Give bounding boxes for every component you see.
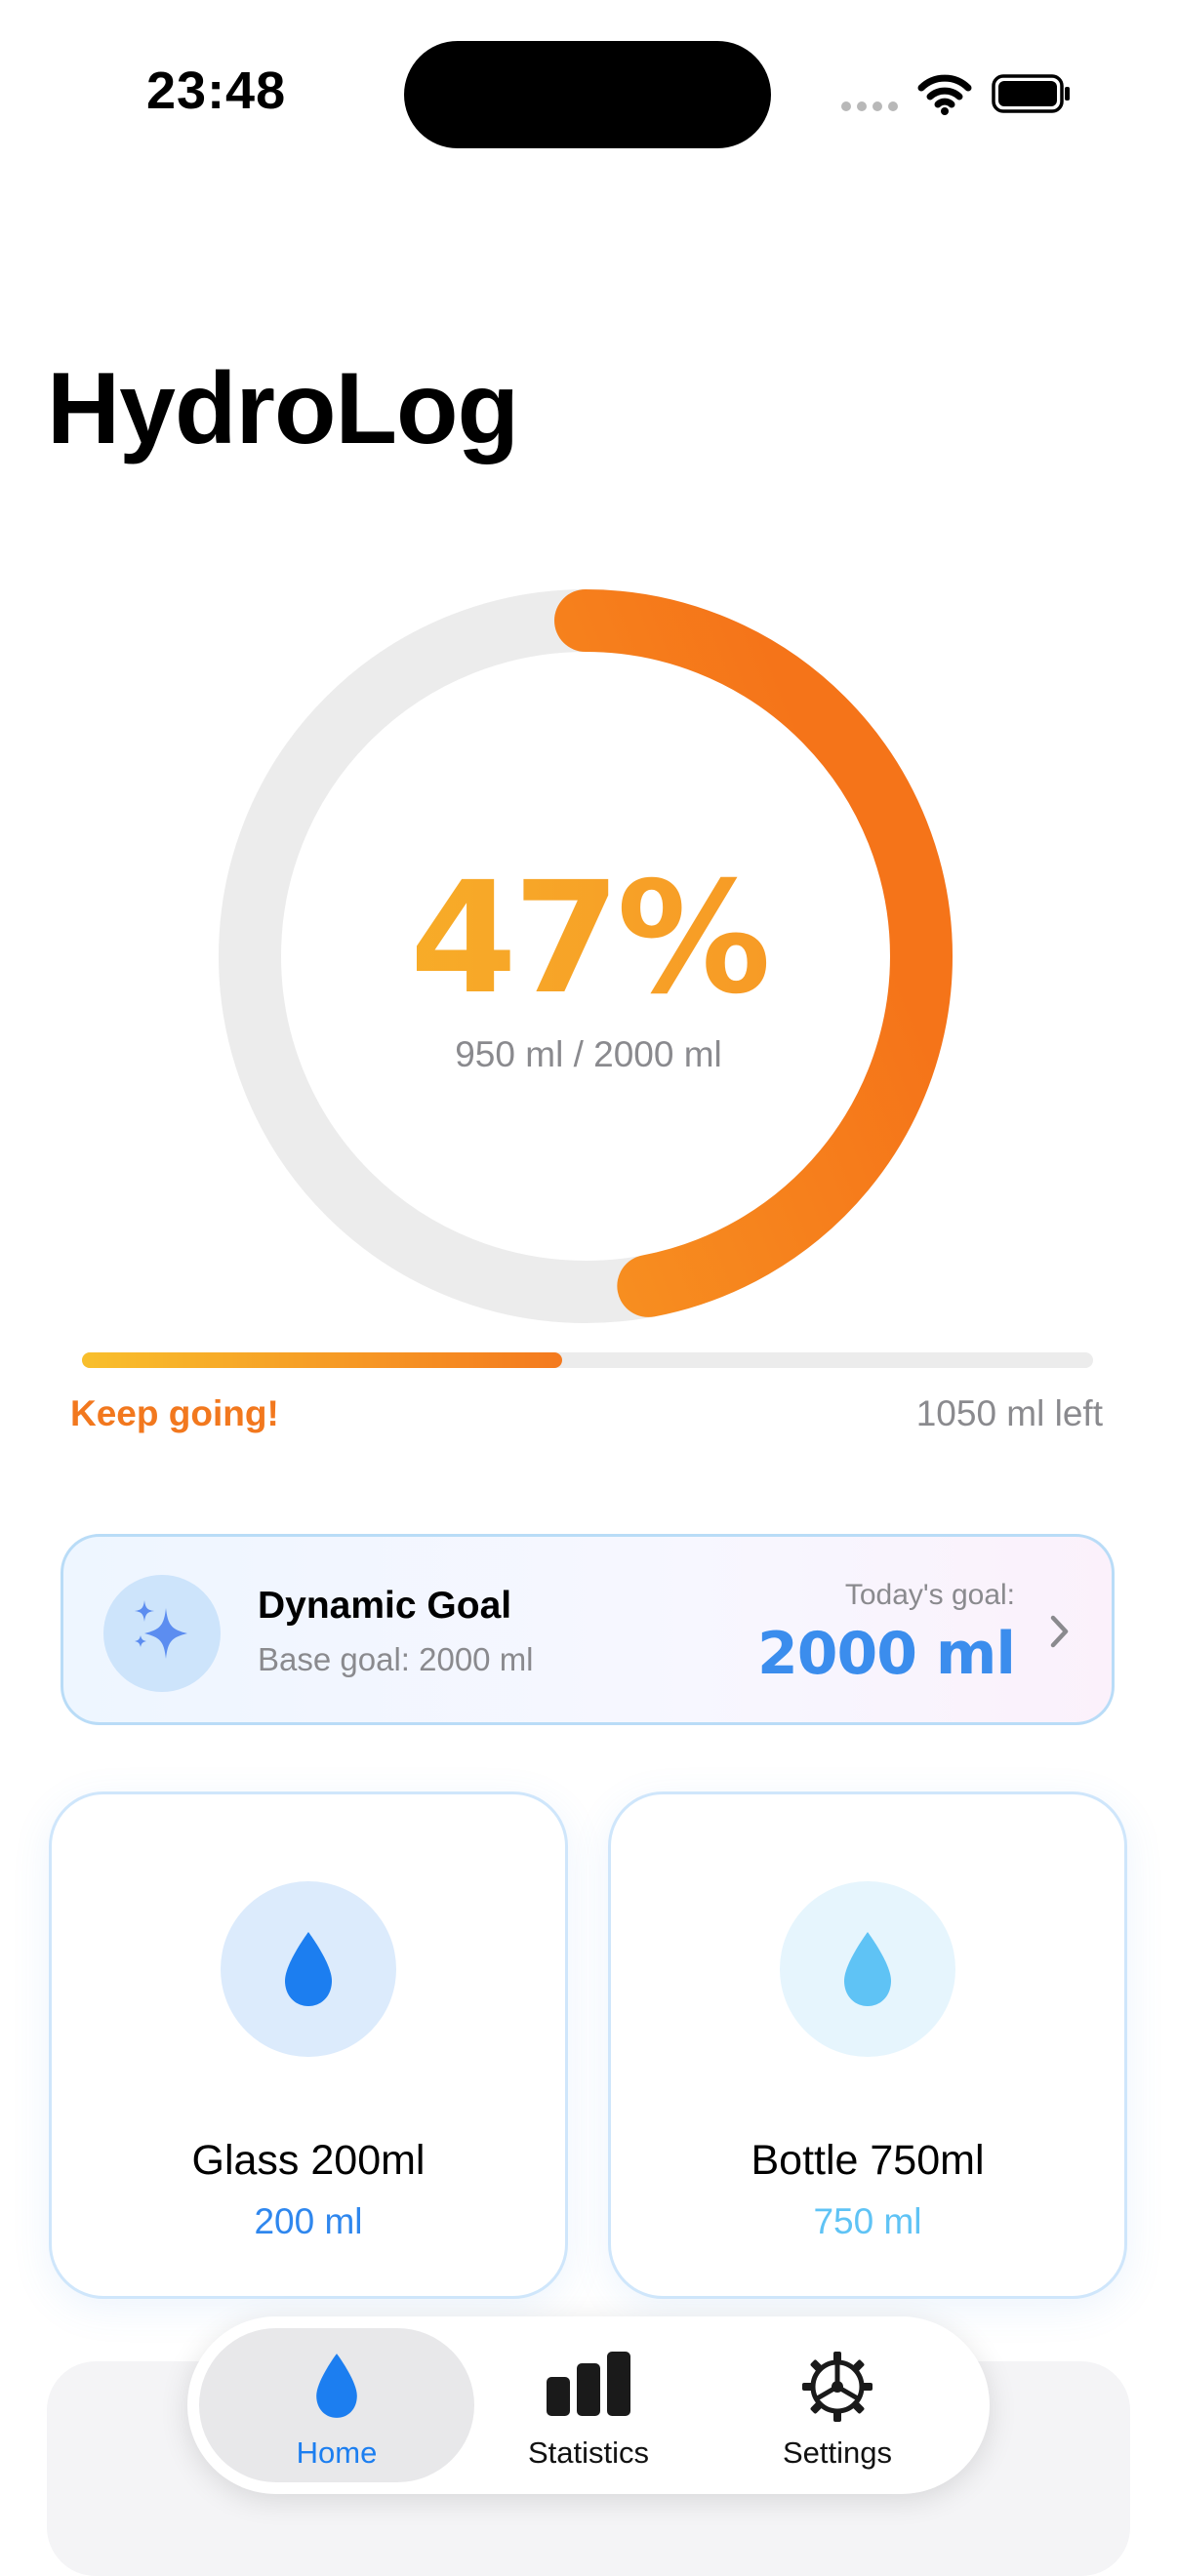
tab-label: Statistics	[527, 2435, 650, 2470]
status-time: 23:48	[146, 61, 287, 120]
drink-amount: 750 ml	[813, 2201, 922, 2241]
progress-amount: 950 ml / 2000 ml	[455, 1034, 722, 1074]
water-drop-icon	[279, 1928, 338, 2015]
tab-settings[interactable]: Settings	[715, 2328, 959, 2482]
tab-label: Settings	[782, 2435, 892, 2470]
tab-home[interactable]: Home	[215, 2328, 459, 2482]
battery-icon	[992, 74, 1072, 118]
todays-goal-value: 2000 ml	[757, 1620, 1016, 1688]
drink-name: Bottle 750ml	[751, 2137, 985, 2184]
cellular-dots-icon	[841, 101, 898, 111]
gear-icon	[715, 2350, 959, 2429]
remaining-amount: 1050 ml left	[915, 1393, 1103, 1433]
todays-goal-label: Today's goal:	[844, 1579, 1015, 1611]
progress-percent: 47%	[0, 849, 1177, 1028]
goal-subtitle: Base goal: 2000 ml	[258, 1641, 534, 1677]
goal-title: Dynamic Goal	[258, 1585, 512, 1627]
dynamic-island	[404, 41, 771, 148]
status-message: Keep going!	[70, 1393, 279, 1433]
drink-amount: 200 ml	[254, 2201, 363, 2241]
drink-name: Glass 200ml	[191, 2137, 426, 2184]
linear-progress-fill	[82, 1352, 562, 1368]
wifi-icon	[917, 72, 972, 120]
chevron-right-icon[interactable]	[1048, 1612, 1072, 1656]
sparkles-icon	[103, 1575, 221, 1692]
tab-label: Home	[296, 2435, 378, 2470]
water-drop-icon	[215, 2350, 459, 2427]
tab-statistics[interactable]: Statistics	[467, 2328, 710, 2482]
bar-chart-icon	[467, 2350, 710, 2423]
water-drop-icon	[838, 1928, 897, 2015]
page-title: HydroLog	[47, 352, 519, 465]
